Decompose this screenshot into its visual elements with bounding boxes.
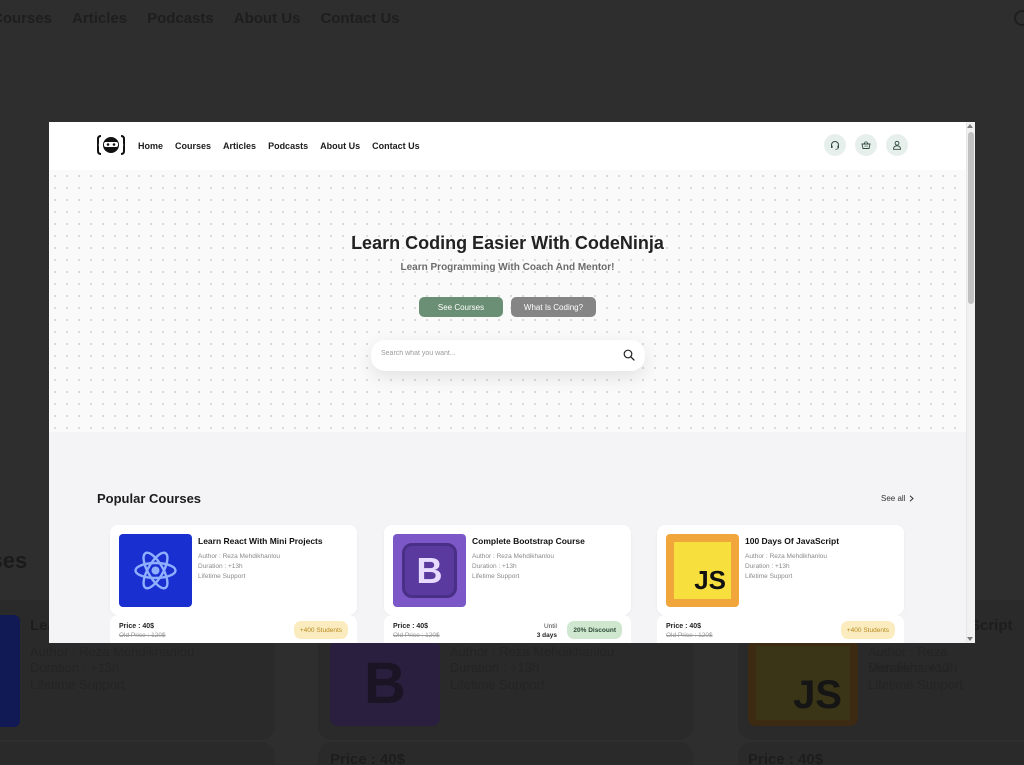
support-button[interactable]: [824, 134, 846, 156]
search-box: [371, 340, 645, 371]
background-card-duration: Duration : +13h: [30, 660, 120, 675]
background-section-title: rses: [0, 548, 28, 573]
course-support: Lifetime Support: [745, 573, 793, 580]
account-button[interactable]: [886, 134, 908, 156]
background-nav-item: About Us: [233, 10, 301, 27]
course-old-price: Old Price : 120$: [119, 632, 166, 639]
background-nav-item: Articles: [72, 10, 128, 27]
nav-contact-us[interactable]: Contact Us: [372, 141, 420, 151]
hero-section: Learn Coding Easier With CodeNinja Learn…: [49, 170, 966, 432]
nav-articles[interactable]: Articles: [223, 141, 256, 151]
user-icon: [893, 140, 901, 150]
background-card-image: [0, 615, 20, 727]
nav-courses[interactable]: Courses: [175, 141, 211, 151]
background-nav: Courses Articles Podcasts About Us Conta…: [0, 10, 400, 27]
discount-badge: 20% Discount: [567, 621, 622, 639]
search-input[interactable]: [381, 350, 601, 357]
discount-until-value: 3 days: [536, 632, 557, 639]
nav-home[interactable]: Home: [138, 141, 163, 151]
course-card[interactable]: Learn React With Mini Projects Author : …: [110, 525, 357, 615]
background-card-support: Lifetime Support: [868, 677, 963, 692]
discount-until-label: Until: [543, 623, 557, 630]
what-is-coding-button[interactable]: What Is Coding?: [511, 297, 596, 317]
hero-subtitle: Learn Programming With Coach And Mentor!: [400, 262, 615, 273]
cart-button[interactable]: [855, 134, 877, 156]
course-author: Author : Reza Mehdikhanlou: [472, 553, 555, 560]
javascript-logo-icon: JS: [666, 534, 739, 607]
students-badge: +400 Students: [293, 621, 348, 639]
react-logo-icon: [119, 534, 192, 607]
course-old-price: Old Price : 120$: [393, 632, 440, 639]
scrollbar-thumb[interactable]: [968, 132, 974, 304]
background-card-price: Price : 40$: [748, 751, 824, 765]
scroll-up-arrow-icon[interactable]: [967, 124, 973, 128]
course-author: Author : Reza Mehdikhanlou: [745, 553, 828, 560]
course-price: Price : 40$: [666, 623, 702, 630]
nav-about-us[interactable]: About Us: [320, 141, 360, 151]
course-support: Lifetime Support: [472, 573, 520, 580]
course-author: Author : Reza Mehdikhanlou: [198, 553, 281, 560]
see-courses-button[interactable]: See Courses: [419, 297, 503, 317]
background-card-duration: Duration : +13h: [450, 660, 540, 675]
course-duration: Duration : +13h: [198, 563, 243, 570]
javascript-logo-label: JS: [674, 542, 731, 599]
scroll-down-arrow-icon[interactable]: [967, 637, 973, 641]
header-actions: [824, 134, 908, 156]
course-title[interactable]: Complete Bootstrap Course: [472, 536, 585, 546]
course-support: Lifetime Support: [198, 573, 246, 580]
site-header: Home Courses Articles Podcasts About Us …: [49, 122, 966, 170]
background-card-duration: Duration : +13h: [868, 660, 958, 675]
course-price: Price : 40$: [119, 623, 155, 630]
course-card-footer: Price : 40$ Old Price : 120$ +400 Studen…: [110, 615, 357, 643]
course-old-price: Old Price : 120$: [666, 632, 713, 639]
popular-courses-section: Popular Courses See all Learn React With…: [49, 432, 966, 643]
site-preview-window: Home Courses Articles Podcasts About Us …: [49, 122, 975, 643]
background-card-price: Price : 40$: [330, 751, 406, 765]
course-card[interactable]: JS 100 Days Of JavaScript Author : Reza …: [657, 525, 904, 615]
background-nav-item: Podcasts: [147, 10, 214, 27]
course-card-footer: Price : 40$ Old Price : 120$ Until 3 day…: [384, 615, 631, 643]
bootstrap-logo-letter: B: [402, 543, 457, 598]
react-atom-icon: [134, 551, 177, 590]
bootstrap-logo-icon: B: [393, 534, 466, 607]
search-icon[interactable]: [623, 349, 635, 361]
basket-icon: [861, 141, 871, 149]
course-card[interactable]: B Complete Bootstrap Course Author : Rez…: [384, 525, 631, 615]
course-price: Price : 40$: [393, 623, 429, 630]
background-bootstrap-logo: B: [330, 640, 440, 726]
main-nav: Home Courses Articles Podcasts About Us …: [138, 141, 420, 151]
vertical-scrollbar[interactable]: [966, 122, 975, 643]
course-title[interactable]: 100 Days Of JavaScript: [745, 536, 839, 546]
hero-title: Learn Coding Easier With CodeNinja: [351, 233, 664, 253]
codeninja-logo-icon[interactable]: [97, 133, 125, 157]
course-card-footer: Price : 40$ Old Price : 120$ +400 Studen…: [657, 615, 904, 643]
course-duration: Duration : +13h: [472, 563, 517, 570]
course-title[interactable]: Learn React With Mini Projects: [198, 536, 323, 546]
background-card-support: Lifetime Support: [450, 677, 545, 692]
students-badge: +400 Students: [840, 621, 895, 639]
background-card-author: Author : Reza Mehdikhanlou: [450, 644, 615, 659]
see-all-link[interactable]: See all: [881, 494, 915, 503]
background-nav-item: Courses: [0, 10, 53, 27]
chevron-right-icon: [910, 495, 915, 502]
background-search-icon: [1014, 10, 1024, 26]
background-js-logo: JS: [748, 640, 858, 726]
background-card-support: Lifetime Support: [30, 677, 125, 692]
headset-icon: [831, 141, 839, 150]
nav-podcasts[interactable]: Podcasts: [268, 141, 308, 151]
see-all-label: See all: [881, 494, 906, 503]
background-card-title: Script: [970, 617, 1013, 634]
background-card-author: Author : Reza Mehdikhanlou: [30, 644, 195, 659]
background-js-logo-label: JS: [756, 646, 850, 720]
section-title: Popular Courses: [97, 491, 202, 506]
background-card-footer: [0, 742, 275, 765]
course-duration: Duration : +13h: [745, 563, 790, 570]
background-nav-item: Contact Us: [320, 10, 400, 27]
